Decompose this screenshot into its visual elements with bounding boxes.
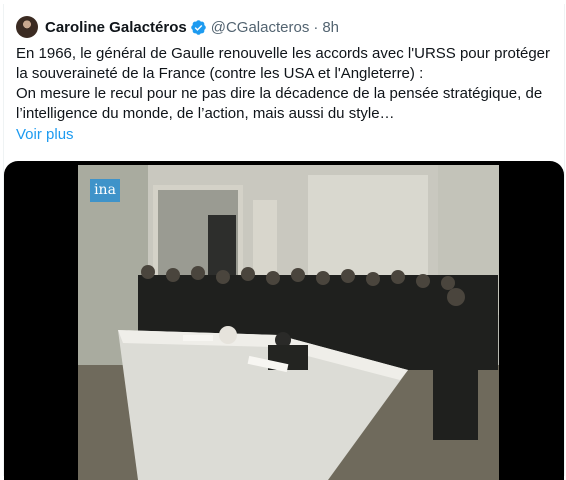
avatar[interactable] xyxy=(16,16,38,38)
tweet-text-line: la souveraineté de la France (contre les… xyxy=(16,65,424,82)
video-still-image xyxy=(78,165,499,480)
tweet-text-line: En 1966, le général de Gaulle renouvelle… xyxy=(16,45,551,62)
user-handle[interactable]: @CGalacteros xyxy=(211,19,310,36)
video-frame[interactable]: ina xyxy=(78,165,499,480)
separator-dot: · xyxy=(313,18,319,36)
display-name[interactable]: Caroline Galactéros xyxy=(45,19,187,36)
tweet-card[interactable]: Caroline Galactéros @CGalacteros · 8h En… xyxy=(3,4,565,480)
tweet-header: Caroline Galactéros @CGalacteros · 8h xyxy=(16,16,339,38)
ina-watermark: ina xyxy=(90,179,120,202)
video-player[interactable]: ina xyxy=(4,161,564,480)
tweet-text: En 1966, le général de Gaulle renouvelle… xyxy=(16,44,556,124)
verified-badge-icon xyxy=(190,19,207,36)
tweet-text-line: l’intelligence du monde, de l’action, ma… xyxy=(16,105,395,122)
timestamp[interactable]: 8h xyxy=(322,19,339,36)
show-more-link[interactable]: Voir plus xyxy=(16,125,74,145)
tweet-text-line: On mesure le recul pour ne pas dire la d… xyxy=(16,85,543,102)
